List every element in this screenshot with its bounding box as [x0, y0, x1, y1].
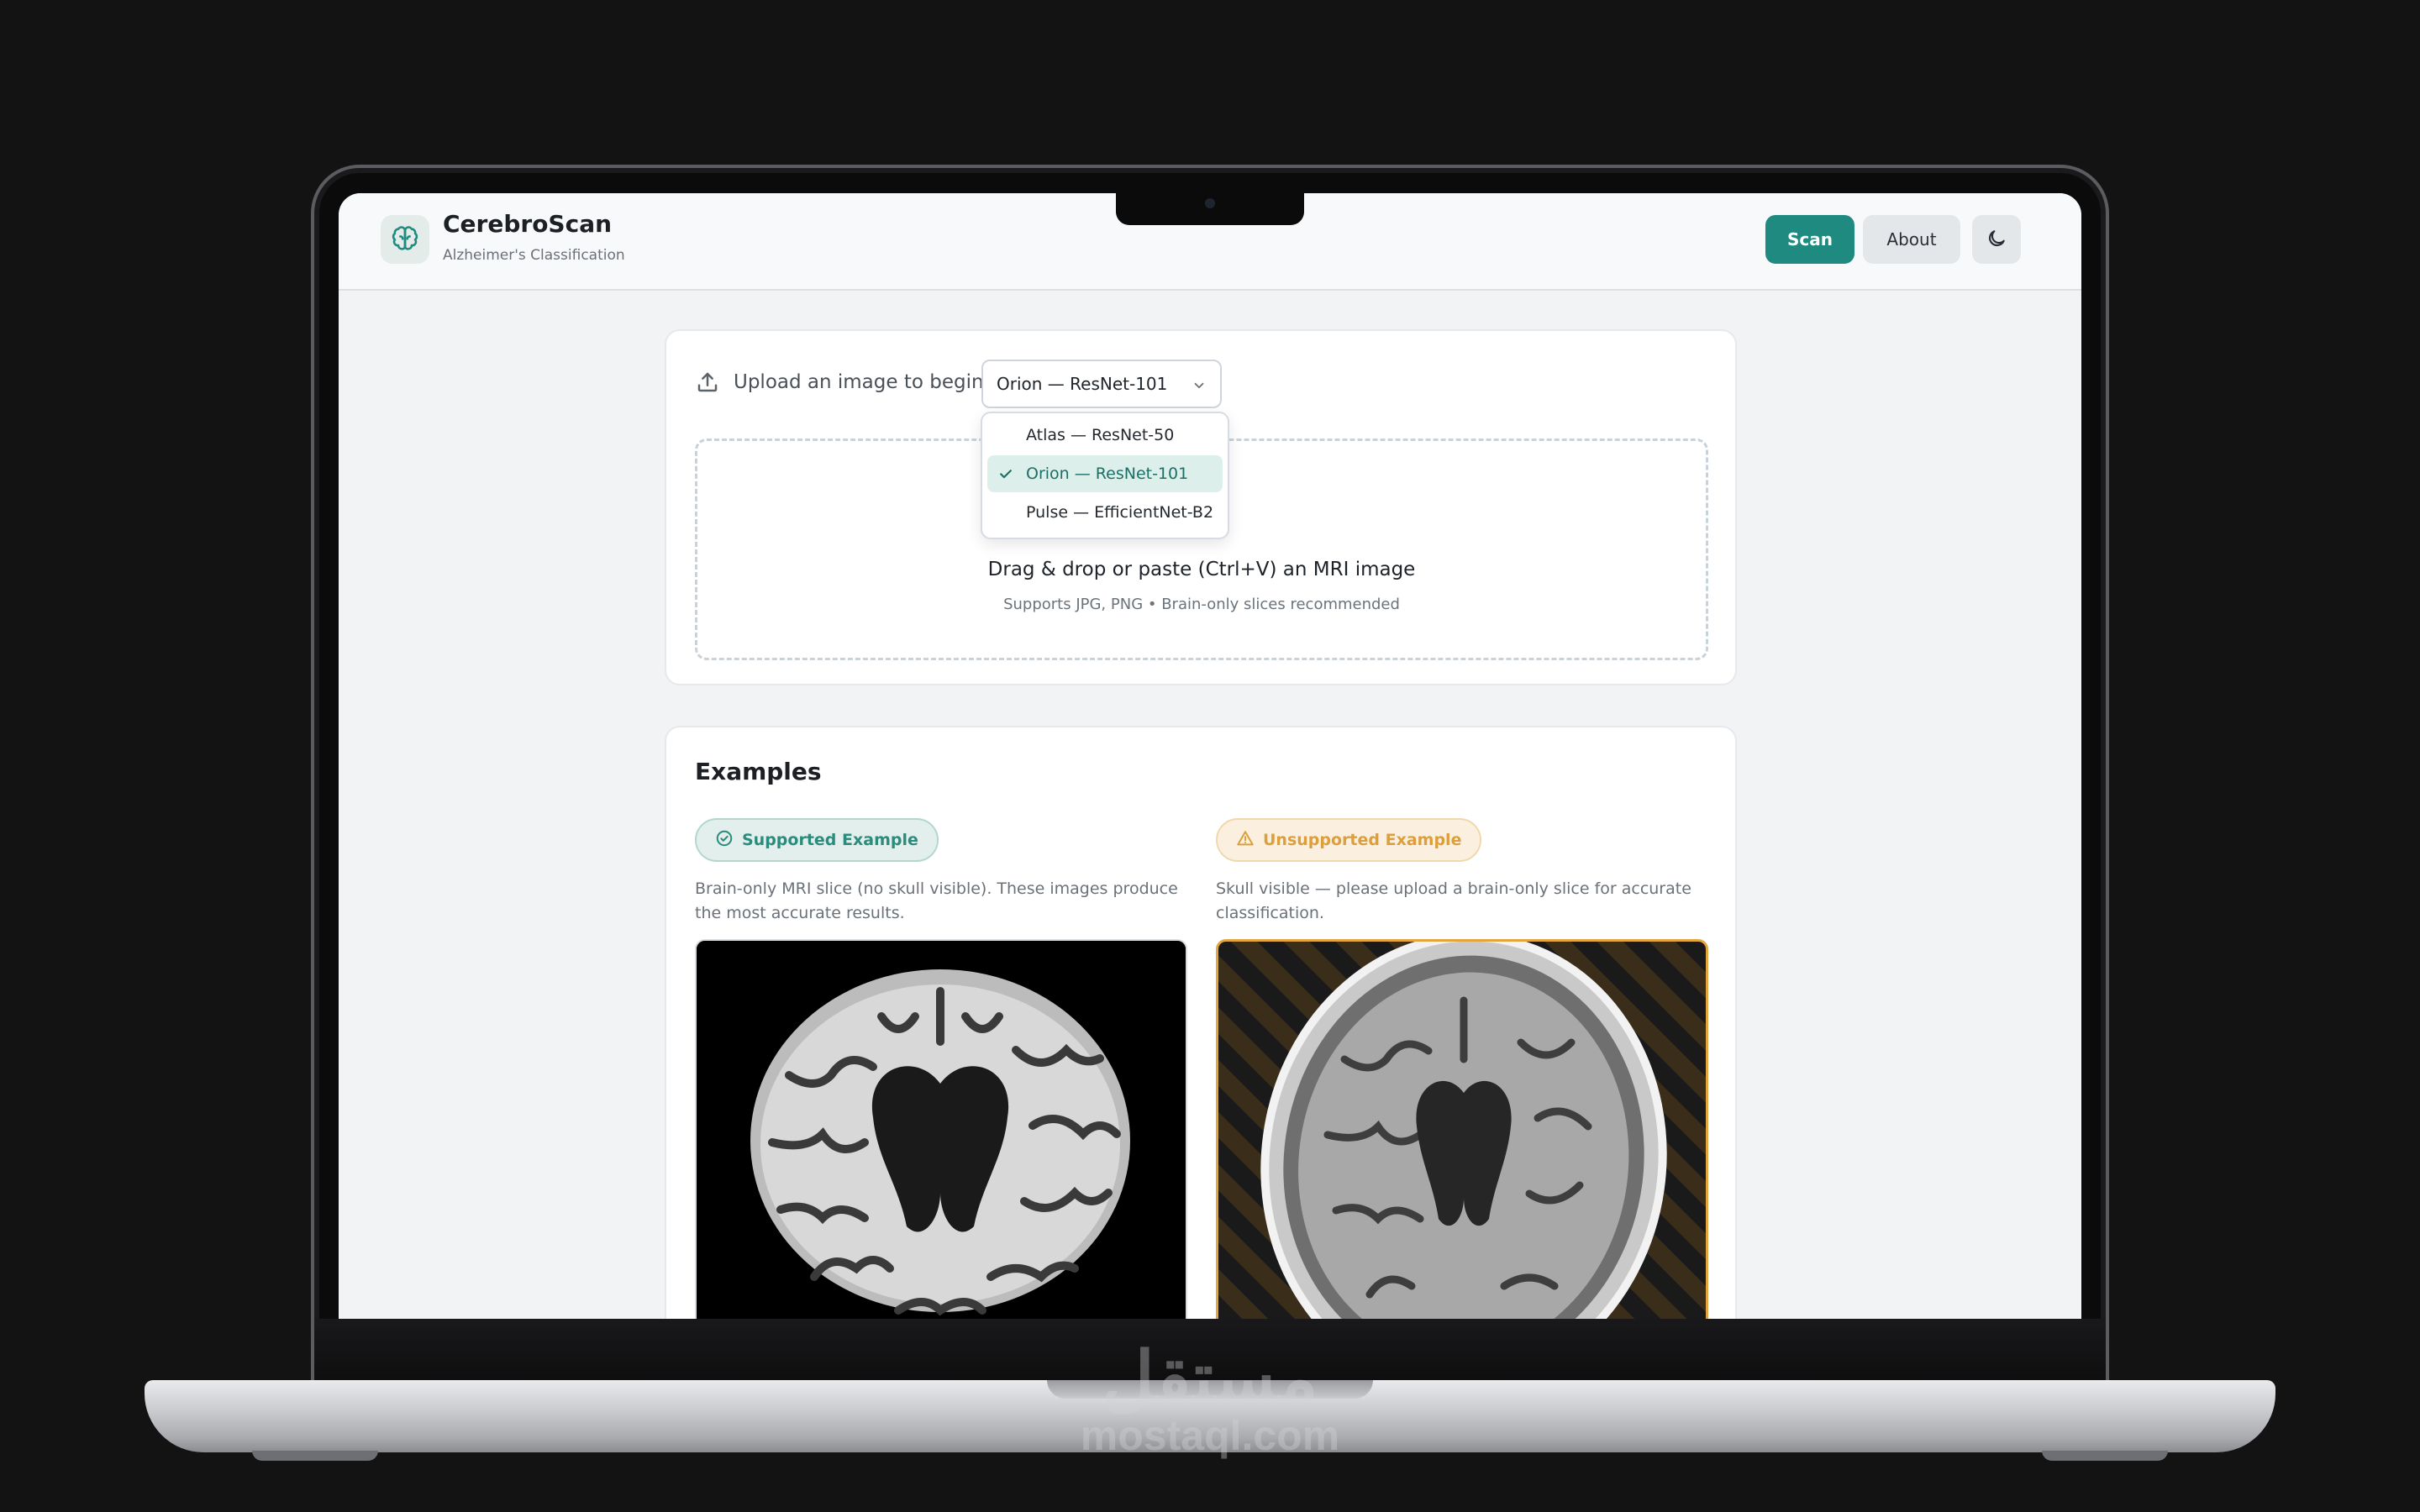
unsupported-badge: Unsupported Example	[1216, 818, 1482, 862]
app-subtitle: Alzheimer's Classification	[443, 247, 625, 264]
watermark-site: mostaql.com	[1080, 1412, 1340, 1459]
scan-button[interactable]: Scan	[1765, 215, 1854, 264]
upload-icon	[695, 370, 720, 398]
moon-icon	[1986, 228, 2007, 252]
check-icon	[997, 465, 1014, 486]
unsupported-badge-label: Unsupported Example	[1263, 831, 1462, 849]
model-option[interactable]: Atlas — ResNet-50	[987, 417, 1223, 454]
check-circle-icon	[715, 829, 734, 852]
model-option-label: Orion — ResNet-101	[1026, 465, 1189, 483]
model-option-label: Atlas — ResNet-50	[1026, 426, 1175, 444]
laptop-foot-right	[2042, 1451, 2168, 1461]
model-select-value: Orion — ResNet-101	[997, 374, 1168, 394]
dropzone-title: Drag & drop or paste (Ctrl+V) an MRI ima…	[987, 559, 1416, 580]
about-button[interactable]: About	[1863, 215, 1960, 264]
supported-example-image[interactable]	[695, 939, 1187, 1319]
brain-icon	[381, 215, 429, 264]
watermark: مستقل mostaql.com	[1060, 1342, 1360, 1457]
watermark-arabic: مستقل	[1102, 1338, 1318, 1419]
chevron-down-icon	[1192, 378, 1207, 396]
supported-badge-label: Supported Example	[742, 831, 918, 849]
app-title: CerebroScan	[443, 210, 613, 238]
laptop-foot-left	[252, 1451, 378, 1461]
warning-triangle-icon	[1236, 829, 1255, 852]
unsupported-description: Skull visible — please upload a brain-on…	[1216, 879, 1691, 922]
model-option-label: Pulse — EfficientNet-B2	[1026, 503, 1214, 522]
camera-notch	[1116, 192, 1304, 225]
unsupported-example-image[interactable]	[1216, 939, 1708, 1319]
model-select[interactable]: Orion — ResNet-101	[981, 360, 1222, 408]
app-screen: CerebroScan Alzheimer's Classification S…	[339, 193, 2081, 1319]
model-dropdown-menu: Atlas — ResNet-50 Orion — ResNet-101 Pul…	[981, 412, 1229, 539]
examples-title: Examples	[695, 758, 822, 785]
dropzone-hint: Supports JPG, PNG • Brain-only slices re…	[1003, 596, 1400, 613]
examples-card: Examples Supported Example Unsupported E…	[665, 726, 1737, 1319]
model-option[interactable]: Orion — ResNet-101	[987, 455, 1223, 492]
supported-badge: Supported Example	[695, 818, 939, 862]
upload-prompt: Upload an image to begin	[734, 371, 984, 393]
supported-description: Brain-only MRI slice (no skull visible).…	[695, 879, 1178, 922]
model-option[interactable]: Pulse — EfficientNet-B2	[987, 494, 1223, 531]
theme-toggle-button[interactable]	[1972, 215, 2021, 264]
